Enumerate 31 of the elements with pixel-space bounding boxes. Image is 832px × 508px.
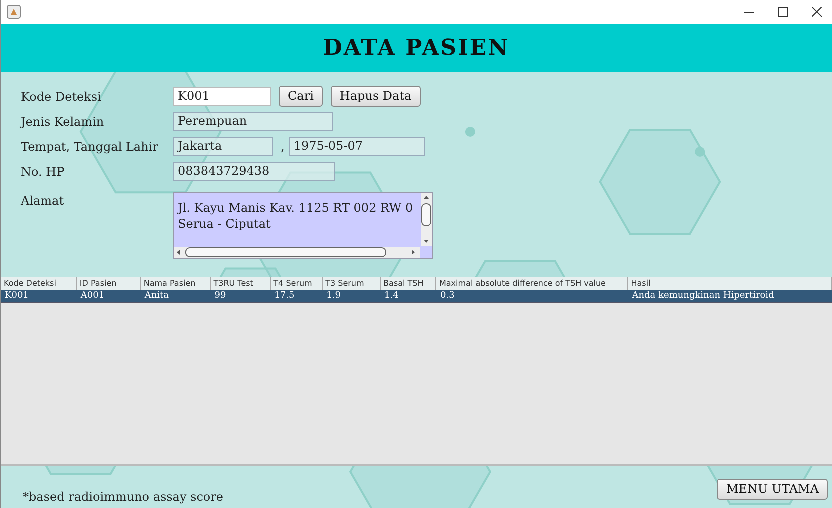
table-cell-text: Anda kemungkinan Hipertiroid <box>631 290 776 302</box>
table-cell-text: 1.4 <box>384 290 400 302</box>
table-row[interactable]: K001 A001 Anita 99 17.5 1.9 1.4 0.3 Anda kemungkinan Hipertiroid <box>1 290 832 302</box>
field-label: No. HP <box>21 164 66 180</box>
code-field[interactable]: K001 <box>173 87 271 106</box>
field-label: Kode Deteksi <box>21 88 102 106</box>
vertical-scrollbar[interactable] <box>421 193 432 246</box>
field-label: Alamat <box>21 193 66 210</box>
table-cell-text: 99 <box>214 290 228 302</box>
action-button[interactable]: Hapus Data <box>330 86 421 107</box>
birthdate-field[interactable]: 1975-05-07 <box>288 137 425 156</box>
table-cell-text: A001 <box>80 290 106 302</box>
table-cell-text: Anita <box>144 290 170 302</box>
birthplace-field[interactable]: Jakarta <box>173 137 273 156</box>
close-icon[interactable] <box>812 7 822 17</box>
app-icon <box>7 5 21 19</box>
gender-field[interactable]: Perempuan <box>173 112 333 131</box>
page-title: DATA PASIEN <box>323 34 510 62</box>
field-label: Tempat, Tanggal Lahir <box>21 138 160 156</box>
phone-field[interactable]: 083843729438 <box>173 162 335 181</box>
table-cell-text: 0.3 <box>439 290 456 302</box>
table-cell-text: K001 <box>4 290 30 302</box>
table-cell-text: 1.9 <box>326 290 342 302</box>
field-label: Jenis Kelamin <box>21 114 106 130</box>
footnote-text: *based radioimmuno assay score <box>23 489 224 506</box>
table-cell-text: 17.5 <box>274 290 296 302</box>
action-button[interactable]: Cari <box>279 86 323 107</box>
menu-button[interactable]: MENU UTAMA <box>717 478 828 500</box>
separator-text: , <box>281 138 285 156</box>
maximize-icon[interactable] <box>778 7 788 17</box>
horizontal-scrollbar[interactable] <box>174 247 420 258</box>
